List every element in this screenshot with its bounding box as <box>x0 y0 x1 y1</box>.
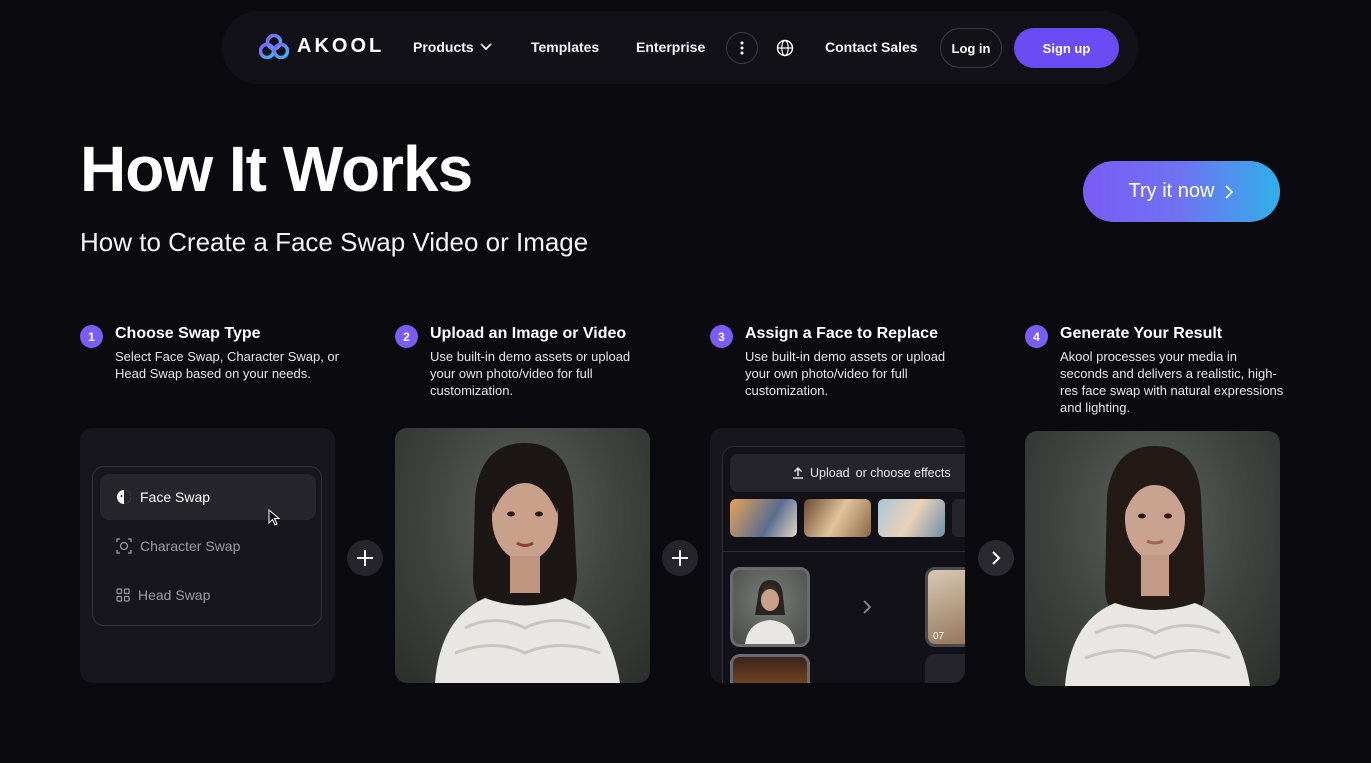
signup-button[interactable]: Sign up <box>1014 28 1119 68</box>
portrait-photo <box>395 428 650 683</box>
chevron-right-icon <box>863 600 872 614</box>
more-vertical-icon <box>740 41 744 55</box>
step-description: Akool processes your media in seconds an… <box>1060 349 1284 415</box>
upload-icon <box>793 467 803 479</box>
uploaded-photo-card <box>395 428 650 683</box>
result-photo-card <box>1025 431 1280 686</box>
nav-products[interactable]: Products <box>413 39 492 55</box>
step-number: 1 <box>80 325 103 348</box>
source-face-slot[interactable] <box>730 567 810 647</box>
more-menu-button[interactable] <box>726 32 758 64</box>
face-swap-label: Face Swap <box>140 489 211 505</box>
character-swap-icon <box>116 538 132 554</box>
plus-icon <box>357 550 373 566</box>
plus-connector <box>347 540 383 576</box>
head-swap-option[interactable]: Head Swap <box>100 572 316 618</box>
step-title: Generate Your Result <box>1060 325 1223 342</box>
step-number: 3 <box>710 325 733 348</box>
divider <box>723 551 965 552</box>
assign-face-card: Upload or choose effects 07 <box>710 428 965 683</box>
step-description: Use built-in demo assets or upload your … <box>745 349 946 398</box>
globe-icon <box>776 39 794 57</box>
step-description: Use built-in demo assets or upload your … <box>430 349 631 398</box>
top-nav: AKOOL Products Templates Enterprise Cont… <box>222 11 1138 84</box>
login-button[interactable]: Log in <box>940 28 1002 68</box>
step-number: 4 <box>1025 325 1048 348</box>
face-index-badge: 07 <box>933 631 945 642</box>
swap-type-card: Face Swap Character Swap Head Swap <box>80 428 335 683</box>
step-number: 2 <box>395 325 418 348</box>
brand-name: AKOOL <box>297 34 385 57</box>
step-title: Upload an Image or Video <box>430 325 627 342</box>
choose-effects-label: or choose effects <box>855 466 951 480</box>
chevron-right-icon <box>992 551 1001 565</box>
chevron-right-icon <box>1225 184 1234 199</box>
nav-contact-sales[interactable]: Contact Sales <box>825 39 918 55</box>
chevron-down-icon <box>480 43 492 51</box>
language-button[interactable] <box>776 39 794 62</box>
face-thumbnail <box>745 580 795 644</box>
step-title: Assign a Face to Replace <box>745 325 938 342</box>
character-swap-label: Character Swap <box>140 538 241 554</box>
akool-logo-icon <box>259 33 289 59</box>
face-swap-icon <box>117 490 131 504</box>
mouse-cursor-icon <box>268 509 280 526</box>
head-swap-label: Head Swap <box>138 587 211 603</box>
try-it-now-label: Try it now <box>1128 180 1215 202</box>
head-swap-icon <box>116 588 130 602</box>
nav-templates[interactable]: Templates <box>531 39 599 55</box>
nav-enterprise[interactable]: Enterprise <box>636 39 705 55</box>
effect-thumbnail[interactable] <box>730 499 797 537</box>
target-face-slot[interactable]: 07 <box>925 567 965 647</box>
effect-thumbnail[interactable] <box>878 499 945 537</box>
next-arrow <box>978 540 1014 576</box>
akool-logo[interactable]: AKOOL <box>259 33 384 59</box>
plus-icon <box>672 550 688 566</box>
try-it-now-button[interactable]: Try it now <box>1083 161 1280 222</box>
upload-bar[interactable]: Upload or choose effects <box>730 454 965 492</box>
result-photo <box>1025 431 1280 686</box>
swap-type-menu: Face Swap Character Swap Head Swap <box>92 466 322 626</box>
face-swap-option[interactable]: Face Swap <box>100 474 316 520</box>
empty-face-slot[interactable] <box>925 654 965 683</box>
portrait-image <box>435 443 620 683</box>
source-face-slot[interactable] <box>730 654 810 683</box>
assign-face-ui: Upload or choose effects 07 <box>722 446 965 683</box>
page-subtitle: How to Create a Face Swap Video or Image <box>80 227 589 257</box>
step-description: Select Face Swap, Character Swap, or Hea… <box>115 349 339 381</box>
effect-thumbnail[interactable] <box>804 499 871 537</box>
page-title: How It Works <box>80 133 473 205</box>
upload-label: Upload <box>810 466 850 480</box>
character-swap-option[interactable]: Character Swap <box>100 523 316 569</box>
effect-thumbnail[interactable] <box>952 499 965 537</box>
step-title: Choose Swap Type <box>115 325 261 342</box>
plus-connector <box>662 540 698 576</box>
nav-products-label: Products <box>413 39 474 55</box>
result-portrait-image <box>1065 446 1250 686</box>
